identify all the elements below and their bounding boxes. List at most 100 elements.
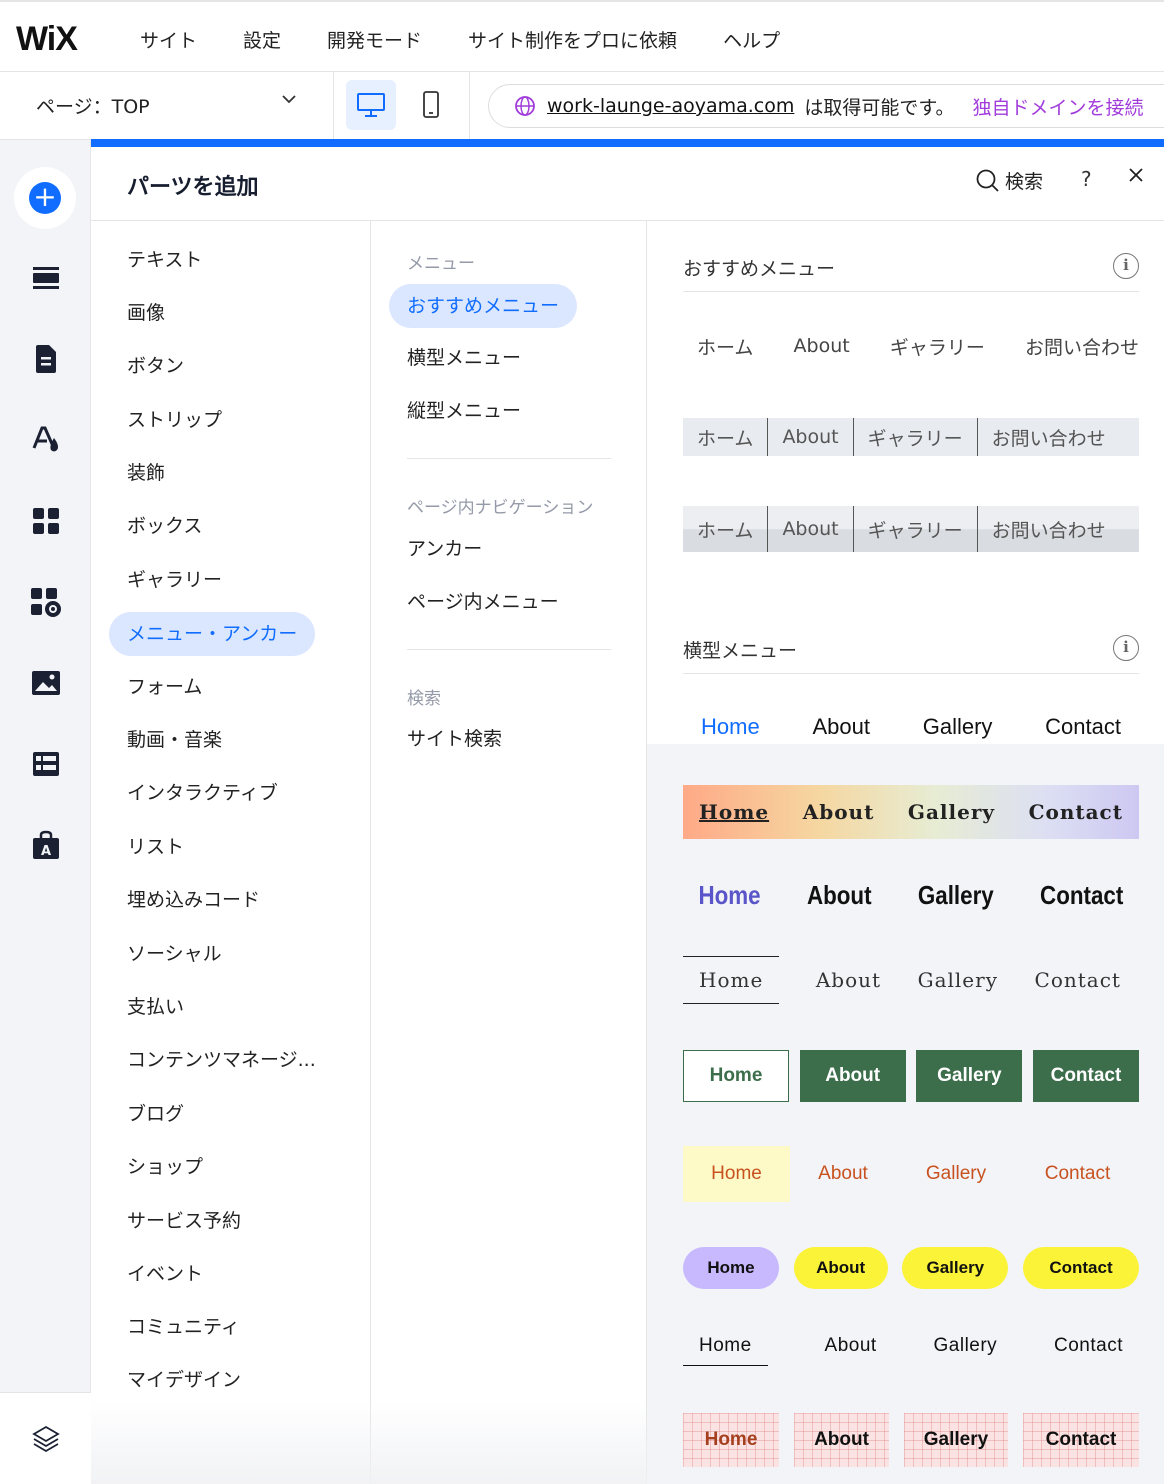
mobile-view-button[interactable] [406, 80, 456, 130]
sub-horizontal-menu[interactable]: 横型メニュー [389, 336, 539, 380]
category-gallery[interactable]: ギャラリー [109, 558, 240, 602]
topnav-hire-pro[interactable]: サイト制作をプロに依頼 [468, 26, 677, 53]
menu-preset-gradient[interactable]: Home About Gallery Contact [683, 785, 1139, 839]
topnav-site[interactable]: サイト [140, 26, 197, 53]
menu-item: About [824, 1335, 877, 1356]
cms-button[interactable] [22, 740, 70, 788]
panel-accent-bar [91, 139, 1164, 147]
divider [469, 72, 470, 140]
chevron-down-icon[interactable] [278, 88, 300, 116]
add-elements-button[interactable]: + [14, 167, 76, 229]
menu-item: Home [683, 1327, 768, 1366]
menu-item: Gallery [916, 1050, 1023, 1102]
help-button[interactable]: ? [1081, 167, 1092, 191]
menu-item: お問い合わせ [991, 427, 1106, 450]
menu-item: Home [683, 1413, 779, 1467]
category-community[interactable]: コミュニティ [109, 1305, 258, 1349]
desktop-view-button[interactable] [346, 80, 396, 130]
category-list: テキスト 画像 ボタン ストリップ 装飾 ボックス ギャラリー メニュー・アンカ… [91, 221, 371, 1484]
app-market-button[interactable]: A [22, 821, 70, 869]
category-my-designs[interactable]: マイデザイン [109, 1358, 259, 1402]
horizontal-section-title: 横型メニュー [683, 640, 798, 662]
category-list[interactable]: リスト [109, 825, 202, 869]
business-apps-button[interactable] [22, 578, 70, 626]
info-icon[interactable]: i [1113, 635, 1139, 661]
category-interactive[interactable]: インタラクティブ [109, 771, 296, 815]
search-label: 検索 [1005, 171, 1044, 193]
menu-item: About [799, 1050, 906, 1102]
category-payments[interactable]: 支払い [109, 985, 202, 1029]
menu-preset-underline[interactable]: Home About Gallery Contact [683, 1325, 1139, 1367]
menu-item: Gallery [902, 1247, 1009, 1289]
topnav-help[interactable]: ヘルプ [723, 26, 780, 53]
table-icon [33, 752, 59, 776]
category-events[interactable]: イベント [109, 1252, 221, 1296]
topnav-dev-mode[interactable]: 開発モード [327, 26, 422, 53]
menu-item: Home [683, 1247, 779, 1289]
sections-button[interactable] [22, 254, 70, 302]
topnav-settings[interactable]: 設定 [243, 26, 281, 53]
sub-in-page-menu[interactable]: ページ内メニュー [389, 580, 577, 624]
menu-preset-band-jp[interactable]: ホーム About ギャラリー お問い合わせ [683, 418, 1139, 456]
menu-item: ギャラリー [854, 418, 978, 456]
category-image[interactable]: 画像 [109, 291, 183, 335]
info-icon[interactable]: i [1113, 253, 1139, 279]
layers-button[interactable] [22, 1415, 70, 1463]
wix-logo[interactable]: WiX [16, 20, 78, 59]
menu-item: Contact [1032, 1050, 1139, 1102]
close-button[interactable] [1127, 165, 1145, 190]
menu-item: Home [698, 879, 761, 910]
theme-button[interactable] [22, 416, 70, 464]
menu-preset-pills[interactable]: Home About Gallery Contact [683, 1247, 1139, 1289]
menu-preset-basic[interactable]: Home About Gallery Contact [683, 705, 1139, 749]
pages-button[interactable] [22, 335, 70, 383]
menu-item: Gallery [917, 968, 998, 992]
sub-recommended-menu[interactable]: おすすめメニュー [389, 284, 578, 328]
category-social[interactable]: ソーシャル [109, 932, 240, 976]
menu-preset-plain-jp[interactable]: ホーム About ギャラリー お問い合わせ [683, 324, 1139, 368]
category-form[interactable]: フォーム [109, 665, 220, 709]
plus-icon: + [29, 182, 61, 214]
page-selector[interactable]: ページ：TOP [36, 92, 150, 119]
menu-item: About [793, 1247, 888, 1289]
market-bag-icon: A [33, 830, 59, 859]
category-decorative[interactable]: 装飾 [109, 451, 183, 495]
menu-item: Gallery [904, 1413, 1008, 1467]
recommended-section-title: おすすめメニュー [683, 258, 836, 280]
globe-icon [515, 96, 535, 116]
apps-button[interactable] [22, 497, 70, 545]
media-button[interactable] [22, 659, 70, 707]
menu-preset-shaded-jp[interactable]: ホーム About ギャラリー お問い合わせ [683, 506, 1139, 552]
category-text[interactable]: テキスト [109, 238, 220, 282]
sub-vertical-menu[interactable]: 縦型メニュー [389, 389, 539, 433]
category-strip[interactable]: ストリップ [109, 398, 240, 442]
sub-site-search[interactable]: サイト検索 [389, 717, 520, 761]
category-box[interactable]: ボックス [109, 504, 220, 548]
divider [683, 291, 1139, 292]
image-icon [32, 671, 60, 695]
category-blog[interactable]: ブログ [109, 1092, 202, 1136]
category-button[interactable]: ボタン [109, 344, 202, 388]
menu-item: Home [701, 714, 760, 739]
menu-item: Contact [1040, 879, 1124, 910]
panel-search-button[interactable]: 検索 [975, 167, 1043, 194]
menu-item: About [768, 506, 854, 552]
category-embed-code[interactable]: 埋め込みコード [109, 878, 278, 922]
sub-anchor[interactable]: アンカー [389, 527, 500, 571]
menu-item: Home [683, 956, 780, 1004]
menu-preset-green-boxes[interactable]: Home About Gallery Contact [683, 1050, 1139, 1102]
category-cms[interactable]: コンテンツマネージ... [109, 1038, 334, 1082]
menu-preset-yellow-highlight[interactable]: Home About Gallery Contact [683, 1146, 1139, 1202]
domain-link[interactable]: work-launge-aoyama.com [547, 95, 794, 117]
category-bookings[interactable]: サービス予約 [109, 1199, 259, 1243]
menu-preset-condensed[interactable]: Home About Gallery Contact [683, 871, 1139, 919]
category-shop[interactable]: ショップ [109, 1145, 221, 1189]
menu-item: About [818, 1163, 868, 1184]
connect-domain-link[interactable]: 独自ドメインを接続 [972, 93, 1143, 120]
top-nav: サイト 設定 開発モード サイト制作をプロに依頼 ヘルプ [140, 26, 826, 53]
menu-preset-serif[interactable]: Home About Gallery Contact [683, 955, 1139, 1005]
preview-gray-area [647, 744, 1164, 1484]
menu-preset-grid[interactable]: Home About Gallery Contact [683, 1413, 1139, 1467]
category-video-music[interactable]: 動画・音楽 [109, 718, 240, 762]
category-menu-anchor[interactable]: メニュー・アンカー [109, 612, 316, 656]
